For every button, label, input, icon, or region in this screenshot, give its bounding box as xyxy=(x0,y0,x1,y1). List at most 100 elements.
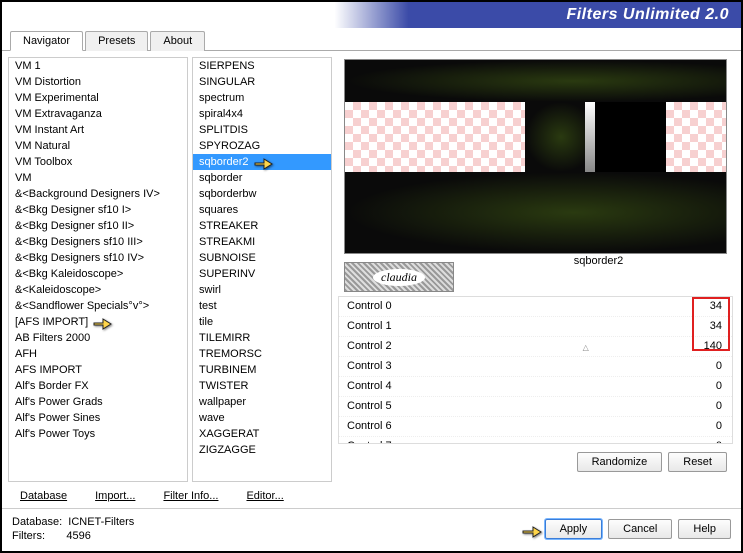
list-item[interactable]: TREMORSC xyxy=(193,346,331,362)
list-item[interactable]: AB Filters 2000 xyxy=(9,330,187,346)
control-row[interactable]: Control 7 0 xyxy=(339,437,732,444)
tab-navigator[interactable]: Navigator xyxy=(10,31,83,51)
editor-link[interactable]: Editor... xyxy=(246,490,283,502)
navigator-category-list[interactable]: VM 1VM DistortionVM ExperimentalVM Extra… xyxy=(8,57,188,482)
control-row[interactable]: Control 1 34 xyxy=(339,317,732,337)
database-link[interactable]: Database xyxy=(20,490,67,502)
control-value: 0 xyxy=(686,379,722,394)
list-item[interactable]: &<Kaleidoscope> xyxy=(9,282,187,298)
filter-info-link[interactable]: Filter Info... xyxy=(163,490,218,502)
tab-about[interactable]: About xyxy=(150,31,205,51)
list-item[interactable]: SIERPENS xyxy=(193,58,331,74)
control-value: 140 xyxy=(686,339,722,354)
list-item[interactable]: test xyxy=(193,298,331,314)
tab-strip: Navigator Presets About xyxy=(2,30,741,51)
list-item[interactable]: STREAKMI xyxy=(193,234,331,250)
list-item[interactable]: SPYROZAG xyxy=(193,138,331,154)
list-item[interactable]: sqborderbw xyxy=(193,186,331,202)
list-item[interactable]: ZIGZAGGE xyxy=(193,442,331,458)
list-item[interactable]: wallpaper xyxy=(193,394,331,410)
list-item[interactable]: &<Bkg Designer sf10 II> xyxy=(9,218,187,234)
list-item[interactable]: VM Extravaganza xyxy=(9,106,187,122)
control-label: Control 3 xyxy=(347,359,392,374)
control-value: 0 xyxy=(686,439,722,444)
control-value: 0 xyxy=(686,419,722,434)
list-item[interactable]: SINGULAR xyxy=(193,74,331,90)
list-item[interactable]: wave xyxy=(193,410,331,426)
app-title: Filters Unlimited 2.0 xyxy=(566,6,729,24)
footer-info: Database: ICNET-Filters Filters: 4596 xyxy=(12,515,134,543)
control-value: 0 xyxy=(686,359,722,374)
list-item[interactable]: TURBINEM xyxy=(193,362,331,378)
import-link[interactable]: Import... xyxy=(95,490,135,502)
list-item[interactable]: spectrum xyxy=(193,90,331,106)
author-tag: claudia xyxy=(344,262,454,292)
control-row[interactable]: Control 5 0 xyxy=(339,397,732,417)
help-button[interactable]: Help xyxy=(678,519,731,539)
control-row[interactable]: Control 3 0 xyxy=(339,357,732,377)
pointer-icon xyxy=(253,155,271,169)
current-filter-name: sqborder2 xyxy=(462,253,735,271)
list-item[interactable]: VM 1 xyxy=(9,58,187,74)
list-item[interactable]: VM Instant Art xyxy=(9,122,187,138)
list-item[interactable]: XAGGERAT xyxy=(193,426,331,442)
control-label: Control 2 xyxy=(347,339,392,354)
title-bar: Filters Unlimited 2.0 xyxy=(2,2,741,28)
control-row[interactable]: Control 0 34 xyxy=(339,297,732,317)
pointer-icon xyxy=(521,522,539,536)
slider-thumb-icon[interactable]: △ xyxy=(583,340,589,355)
control-label: Control 5 xyxy=(347,399,392,414)
control-label: Control 6 xyxy=(347,419,392,434)
apply-button[interactable]: Apply xyxy=(545,519,603,539)
list-item[interactable]: Alf's Power Grads xyxy=(9,394,187,410)
list-item[interactable]: SPLITDIS xyxy=(193,122,331,138)
list-item[interactable]: squares xyxy=(193,202,331,218)
list-item[interactable]: SUBNOISE xyxy=(193,250,331,266)
list-item[interactable]: tile xyxy=(193,314,331,330)
list-item[interactable]: swirl xyxy=(193,282,331,298)
list-item[interactable]: &<Bkg Designers sf10 III> xyxy=(9,234,187,250)
control-value: 34 xyxy=(686,299,722,314)
control-value: 0 xyxy=(686,399,722,414)
list-item[interactable]: [AFS IMPORT] xyxy=(9,314,187,330)
control-label: Control 7 xyxy=(347,439,392,444)
list-item[interactable]: STREAKER xyxy=(193,218,331,234)
list-item[interactable]: &<Bkg Designer sf10 I> xyxy=(9,202,187,218)
filter-list[interactable]: SIERPENSSINGULARspectrumspiral4x4SPLITDI… xyxy=(192,57,332,482)
list-item[interactable]: &<Bkg Kaleidoscope> xyxy=(9,266,187,282)
list-item[interactable]: &<Bkg Designers sf10 IV> xyxy=(9,250,187,266)
list-item[interactable]: &<Background Designers IV> xyxy=(9,186,187,202)
list-item[interactable]: &<Sandflower Specials°v°> xyxy=(9,298,187,314)
list-item[interactable]: AFS IMPORT xyxy=(9,362,187,378)
pointer-icon xyxy=(92,315,110,329)
control-row[interactable]: Control 6 0 xyxy=(339,417,732,437)
list-item[interactable]: VM Experimental xyxy=(9,90,187,106)
list-item[interactable]: VM xyxy=(9,170,187,186)
list-item[interactable]: VM Toolbox xyxy=(9,154,187,170)
list-item[interactable]: VM Natural xyxy=(9,138,187,154)
list-item[interactable]: TWISTER xyxy=(193,378,331,394)
randomize-button[interactable]: Randomize xyxy=(577,452,663,472)
controls-panel: Control 034Control 134Control 2140△Contr… xyxy=(338,296,733,444)
list-item[interactable]: SUPERINV xyxy=(193,266,331,282)
control-label: Control 4 xyxy=(347,379,392,394)
list-item[interactable]: Alf's Power Toys xyxy=(9,426,187,442)
reset-button[interactable]: Reset xyxy=(668,452,727,472)
control-label: Control 1 xyxy=(347,319,392,334)
list-item[interactable]: AFH xyxy=(9,346,187,362)
list-item[interactable]: Alf's Border FX xyxy=(9,378,187,394)
list-item[interactable]: spiral4x4 xyxy=(193,106,331,122)
control-value: 34 xyxy=(686,319,722,334)
list-item[interactable]: TILEMIRR xyxy=(193,330,331,346)
list-item[interactable]: sqborder2 xyxy=(193,154,331,170)
link-row: Database Import... Filter Info... Editor… xyxy=(2,488,741,508)
tab-presets[interactable]: Presets xyxy=(85,31,148,51)
filter-preview xyxy=(344,59,727,254)
control-label: Control 0 xyxy=(347,299,392,314)
list-item[interactable]: VM Distortion xyxy=(9,74,187,90)
list-item[interactable]: sqborder xyxy=(193,170,331,186)
control-row[interactable]: Control 4 0 xyxy=(339,377,732,397)
control-row[interactable]: Control 2 140 △ xyxy=(339,337,732,357)
list-item[interactable]: Alf's Power Sines xyxy=(9,410,187,426)
cancel-button[interactable]: Cancel xyxy=(608,519,672,539)
